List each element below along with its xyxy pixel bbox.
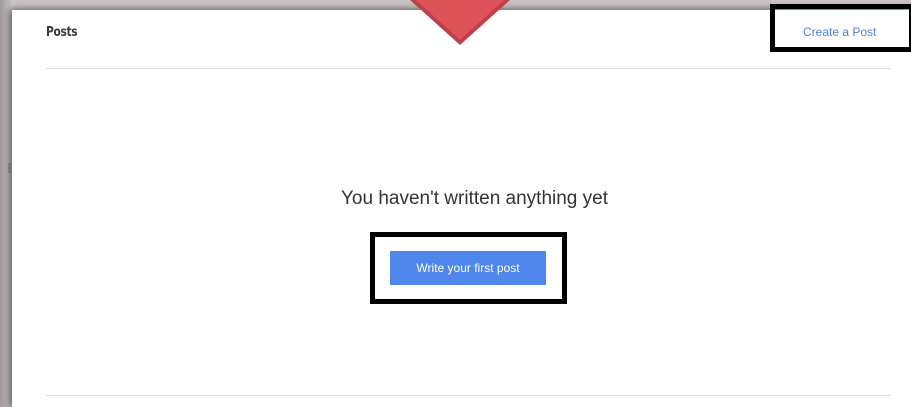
create-post-highlight-box	[770, 4, 911, 52]
page-title: Posts	[46, 25, 78, 40]
empty-state-message: You haven't written anything yet	[341, 188, 608, 209]
left-edge-mark	[8, 163, 11, 173]
footer-divider	[46, 395, 891, 396]
header-divider	[46, 68, 891, 69]
write-first-post-button[interactable]: Write your first post	[390, 251, 546, 285]
posts-panel: Posts Create a Post You haven't written …	[12, 4, 911, 407]
